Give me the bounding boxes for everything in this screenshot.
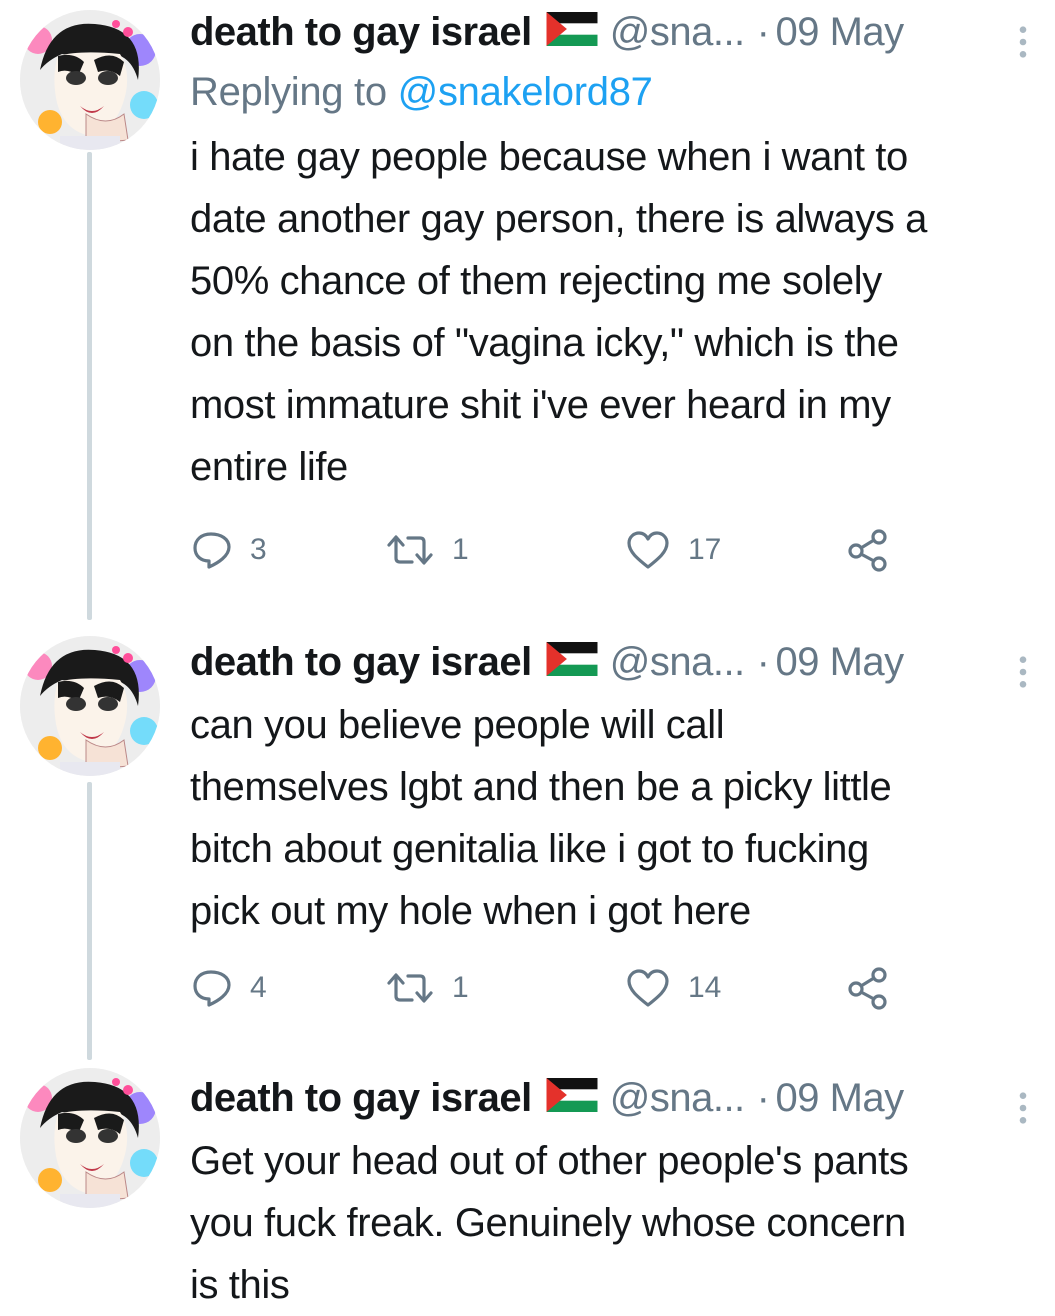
tweet: death to gay israel @sna... · 09 May Get… xyxy=(0,1060,1055,1313)
heart-icon xyxy=(626,968,670,1008)
retweet-icon xyxy=(386,530,434,570)
thread-line xyxy=(87,152,92,620)
tweet-date[interactable]: 09 May xyxy=(776,4,905,60)
display-name[interactable]: death to gay israel xyxy=(190,1070,532,1126)
heart-icon xyxy=(626,530,670,570)
separator-dot: · xyxy=(756,640,770,684)
more-options-icon[interactable] xyxy=(1017,648,1029,704)
avatar[interactable] xyxy=(20,10,160,150)
tweet-content: death to gay israel @sna... · 09 May Get… xyxy=(190,1070,1035,1316)
more-options-icon[interactable] xyxy=(1017,18,1029,74)
palestine-flag-icon xyxy=(546,5,598,61)
share-button[interactable] xyxy=(846,530,890,570)
avatar[interactable] xyxy=(20,636,160,776)
tweet-header: death to gay israel @sna... · 09 May xyxy=(190,4,1035,60)
reply-prefix: Replying to xyxy=(190,70,387,114)
share-button[interactable] xyxy=(846,968,890,1008)
tweet: death to gay israel @sna... · 09 May Rep… xyxy=(0,0,1055,620)
tweet-actions: 4 1 14 xyxy=(190,968,890,1008)
reply-button[interactable]: 4 xyxy=(192,968,267,1008)
retweet-button[interactable]: 1 xyxy=(386,968,469,1008)
like-count: 14 xyxy=(688,971,722,1004)
username-handle[interactable]: @sna... xyxy=(610,4,745,60)
reply-count: 3 xyxy=(250,533,267,566)
tweet-header: death to gay israel @sna... · 09 May xyxy=(190,634,1035,690)
tweet-date[interactable]: 09 May xyxy=(776,634,905,690)
reply-button[interactable]: 3 xyxy=(192,530,267,570)
reply-icon xyxy=(192,530,232,570)
thread-line xyxy=(87,782,92,1060)
retweet-button[interactable]: 1 xyxy=(386,530,469,570)
avatar[interactable] xyxy=(20,1068,160,1208)
display-name[interactable]: death to gay israel xyxy=(190,634,532,690)
tweet-text: i hate gay people because when i want to… xyxy=(190,135,927,489)
tweet: death to gay israel @sna... · 09 May can… xyxy=(0,620,1055,1060)
separator-dot: · xyxy=(756,1076,770,1120)
tweet-text: can you believe people will call themsel… xyxy=(190,703,892,933)
username-handle[interactable]: @sna... xyxy=(610,1070,745,1126)
palestine-flag-icon xyxy=(546,1071,598,1127)
share-icon xyxy=(846,966,890,1010)
username-handle[interactable]: @sna... xyxy=(610,634,745,690)
separator-dot: · xyxy=(756,10,770,54)
retweet-count: 1 xyxy=(452,971,469,1004)
like-button[interactable]: 14 xyxy=(626,968,721,1008)
like-button[interactable]: 17 xyxy=(626,530,721,570)
tweet-content: death to gay israel @sna... · 09 May can… xyxy=(190,634,1035,942)
tweet-header: death to gay israel @sna... · 09 May xyxy=(190,1070,1035,1126)
retweet-count: 1 xyxy=(452,533,469,566)
tweet-text: Get your head out of other people's pant… xyxy=(190,1139,909,1307)
reply-context: Replying to @snakelord87 xyxy=(190,62,1035,122)
share-icon xyxy=(846,528,890,572)
reply-mention-link[interactable]: @snakelord87 xyxy=(398,70,653,114)
more-options-icon[interactable] xyxy=(1017,1084,1029,1140)
like-count: 17 xyxy=(688,533,722,566)
palestine-flag-icon xyxy=(546,635,598,691)
tweet-content: death to gay israel @sna... · 09 May Rep… xyxy=(190,4,1035,498)
reply-icon xyxy=(192,968,232,1008)
tweet-actions: 3 1 17 xyxy=(190,530,890,570)
retweet-icon xyxy=(386,968,434,1008)
display-name[interactable]: death to gay israel xyxy=(190,4,532,60)
tweet-date[interactable]: 09 May xyxy=(776,1070,905,1126)
reply-count: 4 xyxy=(250,971,267,1004)
